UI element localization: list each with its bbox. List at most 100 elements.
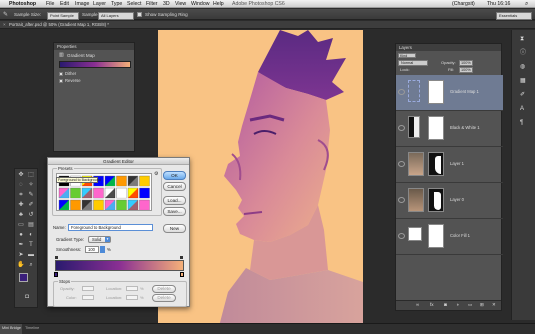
brush-tool-icon[interactable]: ✐ xyxy=(27,201,35,209)
blur-tool-icon[interactable]: ● xyxy=(17,231,25,239)
stop-location-input[interactable] xyxy=(126,286,138,291)
visibility-eye-icon[interactable] xyxy=(398,233,405,239)
menu-layer[interactable]: Layer xyxy=(93,1,106,7)
opacity-stop-left[interactable] xyxy=(55,256,58,259)
workspace-select[interactable]: Essentials xyxy=(496,11,532,20)
move-tool-icon[interactable]: ✥ xyxy=(17,171,25,179)
delete-color-stop-button[interactable]: Delete xyxy=(152,294,176,302)
sample-size-select[interactable]: Point Sample xyxy=(47,11,79,20)
clone-stamp-tool-icon[interactable]: ♣ xyxy=(17,211,25,219)
menu-select[interactable]: Select xyxy=(127,1,141,7)
mini-bridge-tab[interactable]: Mini Bridge xyxy=(0,324,22,334)
delete-opacity-stop-button[interactable]: Delete xyxy=(152,285,176,293)
pen-tool-icon[interactable]: ✒ xyxy=(17,241,25,249)
brush-presets-icon[interactable]: ✐ xyxy=(520,92,525,98)
layer-mask-thumbnail[interactable] xyxy=(428,224,444,248)
character-icon[interactable]: A xyxy=(520,106,524,112)
eyedropper-icon[interactable]: ✎ xyxy=(3,12,8,18)
gradient-tool-icon[interactable]: ▤ xyxy=(27,221,35,229)
eraser-tool-icon[interactable]: ▭ xyxy=(17,221,25,229)
layer-row-color-fill[interactable]: Color Fill 1 xyxy=(396,219,503,255)
shape-tool-icon[interactable]: ▬ xyxy=(27,251,35,259)
visibility-eye-icon[interactable] xyxy=(398,89,405,95)
layer-mask-thumbnail[interactable] xyxy=(428,152,444,176)
info-icon[interactable]: ⓘ xyxy=(520,50,526,56)
reverse-checkbox[interactable] xyxy=(59,79,63,83)
add-mask-icon[interactable]: ◙ xyxy=(444,302,447,308)
presets-gear-icon[interactable]: ⚙ xyxy=(154,172,158,177)
ok-button[interactable]: OK xyxy=(163,171,186,180)
fill-field[interactable]: 100% xyxy=(459,67,473,73)
layer-row-black-white[interactable]: Black & White 1 xyxy=(396,111,503,147)
new-layer-icon[interactable]: ⊞ xyxy=(480,302,484,308)
opacity-field[interactable]: 100% xyxy=(459,60,473,66)
menu-image[interactable]: Image xyxy=(75,1,89,7)
menu-edit[interactable]: Edit xyxy=(60,1,69,7)
layer-thumbnail[interactable] xyxy=(408,152,424,176)
layer-row-gradient-map[interactable]: Gradient Map 1 xyxy=(396,75,503,111)
layer-row-layer-0[interactable]: Layer 0 xyxy=(396,183,503,219)
adjustment-layer-icon[interactable]: ◑ xyxy=(456,302,459,308)
gradient-type-select[interactable]: Solid ▾ xyxy=(88,236,111,243)
menu-window[interactable]: Window xyxy=(191,1,209,7)
hand-tool-icon[interactable]: ✋ xyxy=(17,261,25,269)
close-icon[interactable]: × xyxy=(3,22,6,28)
magic-wand-tool-icon[interactable]: ✧ xyxy=(27,181,35,189)
type-tool-icon[interactable]: T xyxy=(27,241,35,249)
visibility-eye-icon[interactable] xyxy=(398,161,405,167)
menu-help[interactable]: Help xyxy=(213,1,224,7)
cancel-button[interactable]: Cancel xyxy=(163,182,186,191)
lasso-tool-icon[interactable]: ◌ xyxy=(17,181,25,189)
timeline-tab[interactable]: Timeline xyxy=(25,326,39,331)
path-selection-tool-icon[interactable]: ➤ xyxy=(17,251,25,259)
layer-thumbnail[interactable] xyxy=(408,188,424,212)
kind-filter[interactable]: Kind xyxy=(398,53,416,58)
menu-file[interactable]: File xyxy=(46,1,54,7)
trash-icon[interactable]: ✕ xyxy=(492,302,496,308)
smoothness-stepper[interactable] xyxy=(100,246,105,253)
app-menu[interactable]: Photoshop xyxy=(9,1,36,7)
load-button[interactable]: Load... xyxy=(163,196,186,205)
dither-checkbox[interactable] xyxy=(59,72,63,76)
swatches-icon[interactable]: ▦ xyxy=(520,78,526,84)
history-icon[interactable]: ⧗ xyxy=(520,36,524,42)
properties-tab[interactable]: Properties xyxy=(57,44,77,49)
color-stop-right[interactable] xyxy=(180,272,184,277)
layer-mask-thumbnail[interactable] xyxy=(428,116,444,140)
group-icon[interactable]: ▭ xyxy=(468,302,472,308)
new-button[interactable]: New xyxy=(163,224,186,233)
link-layers-icon[interactable]: ∞ xyxy=(416,302,419,308)
gradient-bar[interactable] xyxy=(55,260,184,271)
color-stop-left[interactable] xyxy=(54,272,58,277)
sample-select[interactable]: All Layers xyxy=(98,11,134,20)
menu-view[interactable]: View xyxy=(175,1,186,7)
layer-mask-thumbnail[interactable] xyxy=(428,80,444,104)
history-brush-tool-icon[interactable]: ↺ xyxy=(27,211,35,219)
marquee-tool-icon[interactable]: ⬚ xyxy=(27,171,35,179)
layer-row-layer-1[interactable]: Layer 1 xyxy=(396,147,503,183)
visibility-eye-icon[interactable] xyxy=(398,125,405,131)
opacity-stop-right[interactable] xyxy=(180,256,183,259)
dodge-tool-icon[interactable]: ◐ xyxy=(27,231,35,239)
stop-color-location-input[interactable] xyxy=(126,295,138,300)
healing-brush-tool-icon[interactable]: ✚ xyxy=(17,201,25,209)
name-input[interactable]: Foreground to Background xyxy=(68,224,153,231)
blend-mode-select[interactable]: Normal xyxy=(398,60,428,66)
crop-tool-icon[interactable]: ⌗ xyxy=(17,191,25,199)
spotlight-icon[interactable]: ⌕ xyxy=(525,1,528,7)
smoothness-input[interactable]: 100 xyxy=(85,246,99,253)
paragraph-icon[interactable]: ¶ xyxy=(520,120,523,126)
menu-filter[interactable]: Filter xyxy=(146,1,158,7)
menu-3d[interactable]: 3D xyxy=(163,1,170,7)
stop-color-swatch[interactable] xyxy=(82,295,94,300)
color-icon[interactable]: ◍ xyxy=(520,64,525,70)
eyedropper-tool-icon[interactable]: ✎ xyxy=(27,191,35,199)
document-tab[interactable]: Portrait_after.psd @ 50% (Gradient Map 1… xyxy=(9,22,109,27)
menu-type[interactable]: Type xyxy=(111,1,122,7)
show-ring-checkbox[interactable] xyxy=(137,12,142,17)
quick-mask-icon[interactable]: ◘ xyxy=(23,293,31,301)
stop-opacity-input[interactable] xyxy=(82,286,94,291)
layers-tab[interactable]: Layers xyxy=(399,45,412,50)
layer-style-icon[interactable]: fx xyxy=(430,302,434,308)
visibility-eye-icon[interactable] xyxy=(398,197,405,203)
